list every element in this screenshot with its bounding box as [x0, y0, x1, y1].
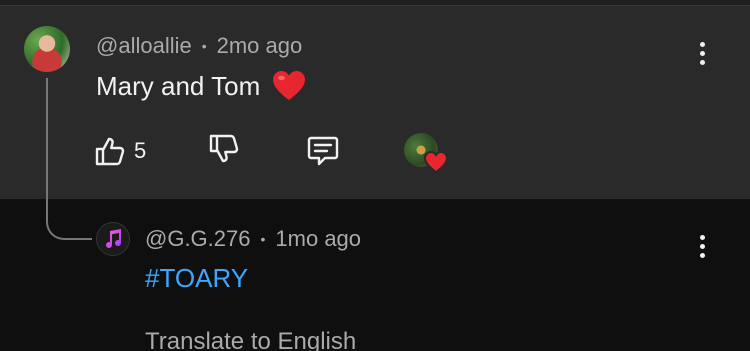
thumbs-up-icon — [95, 137, 125, 166]
reply-thread-line — [46, 78, 92, 240]
meta-separator: • — [260, 231, 266, 247]
translate-button[interactable]: Translate to English — [145, 328, 356, 351]
reply-avatar[interactable] — [96, 222, 130, 256]
reply-more-options-icon[interactable] — [692, 231, 712, 261]
reply-icon — [307, 136, 339, 166]
reply-button[interactable] — [306, 133, 342, 169]
creator-heart-icon — [404, 133, 450, 175]
like-button[interactable]: 5 — [94, 133, 154, 169]
comment-body: Mary and Tom — [96, 70, 261, 101]
comments-section: @alloallie • 2mo ago Mary and Tom 5 @G.G… — [0, 0, 750, 351]
hashtag-link[interactable]: #TOARY — [145, 263, 248, 294]
commenter-avatar[interactable] — [24, 26, 70, 72]
comment-author[interactable]: @alloallie — [96, 33, 192, 59]
reply-author[interactable]: @G.G.276 — [145, 226, 251, 252]
comment-timestamp[interactable]: 2mo ago — [217, 33, 303, 59]
reply-meta: @G.G.276 • 1mo ago — [145, 226, 361, 252]
meta-separator: • — [201, 38, 207, 54]
music-note-icon — [106, 229, 122, 249]
comment-more-options-icon[interactable] — [692, 38, 712, 68]
reply-timestamp[interactable]: 1mo ago — [275, 226, 361, 252]
like-count: 5 — [134, 138, 147, 163]
comment-text: Mary and Tom — [96, 70, 306, 102]
thumbs-down-icon — [209, 134, 239, 163]
dislike-button[interactable] — [208, 133, 244, 169]
heart-emoji-icon — [273, 71, 306, 100]
comment-meta: @alloallie • 2mo ago — [96, 33, 302, 59]
mini-heart-icon — [424, 151, 448, 173]
